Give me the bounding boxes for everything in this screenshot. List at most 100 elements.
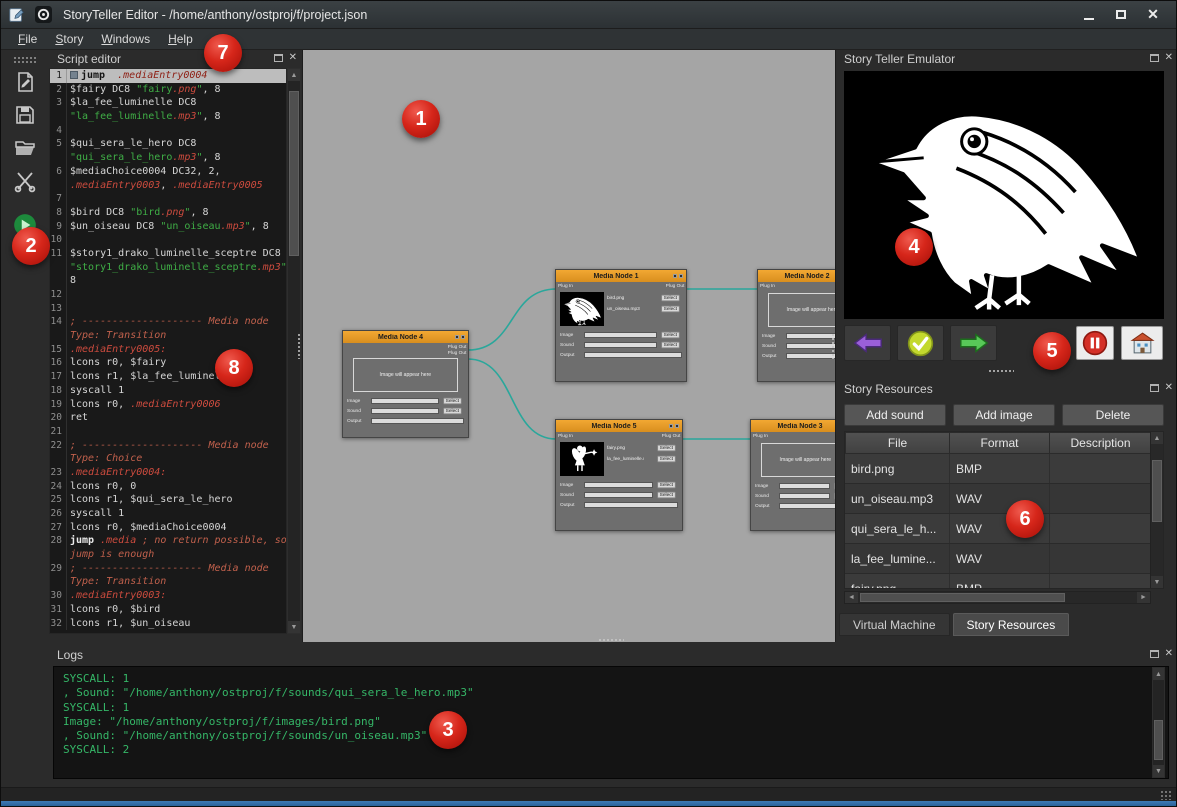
menu-story[interactable]: Story: [46, 30, 92, 48]
node-close-icon[interactable]: [461, 335, 465, 339]
save-button[interactable]: [11, 101, 39, 129]
node-field[interactable]: [779, 483, 830, 489]
logs-scrollbar[interactable]: ▲ ▼: [1152, 667, 1165, 778]
resources-table[interactable]: FileFormatDescription bird.pngBMPun_oise…: [844, 431, 1164, 589]
output-port[interactable]: Plug Out: [447, 345, 466, 350]
node-field[interactable]: [584, 482, 653, 488]
table-row[interactable]: un_oiseau.mp3WAV: [845, 484, 1163, 514]
media-node-node2[interactable]: Media Node 2Plug InPlug OutImage will ap…: [757, 269, 836, 382]
column-header-file[interactable]: File: [845, 432, 950, 454]
node-field[interactable]: [584, 342, 657, 348]
media-node-node1[interactable]: Media Node 1Plug InPlug Outbird.pngSelec…: [555, 269, 687, 382]
script-editor-undock-icon[interactable]: [274, 54, 283, 62]
input-port[interactable]: Plug In: [558, 284, 573, 290]
node-field[interactable]: [371, 408, 439, 414]
media-node-node5[interactable]: Media Node 5Plug InPlug Outfairy.pngSele…: [555, 419, 683, 531]
button-add-image[interactable]: Add image: [953, 404, 1055, 426]
toolbar-drag-handle[interactable]: [13, 56, 37, 63]
open-button[interactable]: [11, 134, 39, 162]
table-scroll-left-icon[interactable]: ◄: [845, 592, 858, 603]
minimize-button[interactable]: [1078, 6, 1100, 24]
select-button[interactable]: Select: [662, 342, 680, 348]
table-scrollbar[interactable]: ▲ ▼: [1150, 432, 1163, 588]
node-field[interactable]: [786, 343, 836, 349]
emulator-undock-icon[interactable]: [1150, 54, 1159, 62]
select-button[interactable]: Select: [444, 398, 462, 404]
table-row[interactable]: fairy.pngBMP: [845, 574, 1163, 589]
input-port[interactable]: Plug In: [558, 434, 573, 440]
select-button[interactable]: Select: [444, 408, 462, 414]
node-field[interactable]: [779, 493, 830, 499]
media-node-node3[interactable]: Media Node 3Plug InPlug OutImage will ap…: [750, 419, 836, 531]
home-button[interactable]: [1121, 326, 1163, 360]
node-field[interactable]: [584, 332, 657, 338]
logs-scroll-up-icon[interactable]: ▲: [1153, 668, 1164, 680]
node-close-icon[interactable]: [675, 424, 679, 428]
output-port[interactable]: Plug Out: [665, 284, 684, 289]
logs-scroll-down-icon[interactable]: ▼: [1153, 765, 1164, 777]
tab-virtual-machine[interactable]: Virtual Machine: [839, 613, 950, 636]
table-scroll-down-icon[interactable]: ▼: [1151, 576, 1163, 588]
emulator-close-icon[interactable]: ✕: [1165, 53, 1173, 62]
code-area[interactable]: 1jump .mediaEntry00042$fairy DC8 "fairy.…: [49, 68, 287, 634]
node-minimize-icon[interactable]: [673, 274, 677, 278]
media-node-header[interactable]: Media Node 2: [758, 270, 836, 282]
select-button[interactable]: Select: [658, 445, 676, 451]
splitter-canvas-right[interactable]: [831, 333, 836, 359]
node-minimize-icon[interactable]: [669, 424, 673, 428]
column-header-description[interactable]: Description: [1050, 432, 1152, 454]
select-button[interactable]: Select: [658, 492, 676, 498]
splitter-canvas-logs[interactable]: [598, 638, 624, 643]
node-field[interactable]: [371, 398, 439, 404]
logs-close-icon[interactable]: ✕: [1165, 649, 1173, 658]
button-add-sound[interactable]: Add sound: [844, 404, 946, 426]
node-field[interactable]: [584, 502, 678, 508]
media-node-header[interactable]: Media Node 5: [556, 420, 682, 432]
node-field[interactable]: [371, 418, 464, 424]
table-scroll-right-icon[interactable]: ►: [1137, 592, 1150, 603]
splitter-emulator-resources[interactable]: [988, 369, 1014, 374]
cut-button[interactable]: [11, 167, 39, 195]
node-field[interactable]: [584, 492, 653, 498]
column-header-format[interactable]: Format: [950, 432, 1050, 454]
tab-story-resources[interactable]: Story Resources: [953, 613, 1070, 636]
table-scrollbar-thumb[interactable]: [1152, 460, 1162, 522]
close-button[interactable]: ✕: [1142, 6, 1164, 24]
validate-button[interactable]: [897, 325, 944, 361]
node-close-icon[interactable]: [679, 274, 683, 278]
menu-windows[interactable]: Windows: [92, 30, 159, 48]
menu-file[interactable]: File: [9, 30, 46, 48]
input-port[interactable]: Plug In: [753, 434, 768, 440]
next-button[interactable]: [950, 325, 997, 361]
scroll-up-icon[interactable]: ▲: [288, 69, 300, 81]
select-button[interactable]: Select: [662, 295, 680, 301]
media-node-header[interactable]: Media Node 1: [556, 270, 686, 282]
log-content[interactable]: SYSCALL: 1, Sound: "/home/anthony/ostpro…: [53, 666, 1169, 779]
pause-button[interactable]: [1076, 326, 1114, 360]
media-node-header[interactable]: Media Node 3: [751, 420, 836, 432]
select-button[interactable]: Select: [662, 306, 680, 312]
select-button[interactable]: Select: [658, 482, 676, 488]
resources-close-icon[interactable]: ✕: [1165, 383, 1173, 392]
select-button[interactable]: Select: [658, 456, 676, 462]
table-scroll-up-icon[interactable]: ▲: [1151, 432, 1163, 444]
maximize-button[interactable]: [1110, 6, 1132, 24]
logs-scrollbar-thumb[interactable]: [1154, 720, 1163, 760]
node-field[interactable]: [786, 333, 836, 339]
resources-undock-icon[interactable]: [1150, 384, 1159, 392]
table-hscrollbar[interactable]: ◄ ►: [844, 591, 1151, 604]
table-row[interactable]: qui_sera_le_h...WAV: [845, 514, 1163, 544]
node-field[interactable]: [786, 353, 836, 359]
node-minimize-icon[interactable]: [455, 335, 459, 339]
table-row[interactable]: bird.pngBMP: [845, 454, 1163, 484]
media-node-header[interactable]: Media Node 4: [343, 331, 468, 343]
input-port[interactable]: Plug In: [760, 284, 775, 290]
node-canvas[interactable]: Media Node 4Plug OutPlug OutImage will a…: [302, 50, 836, 642]
new-script-button[interactable]: [11, 68, 39, 96]
previous-button[interactable]: [844, 325, 891, 361]
scroll-down-icon[interactable]: ▼: [288, 621, 300, 633]
scrollbar-thumb[interactable]: [289, 91, 299, 256]
table-hscrollbar-thumb[interactable]: [860, 593, 1065, 602]
logs-undock-icon[interactable]: [1150, 650, 1159, 658]
button-delete[interactable]: Delete: [1062, 404, 1164, 426]
